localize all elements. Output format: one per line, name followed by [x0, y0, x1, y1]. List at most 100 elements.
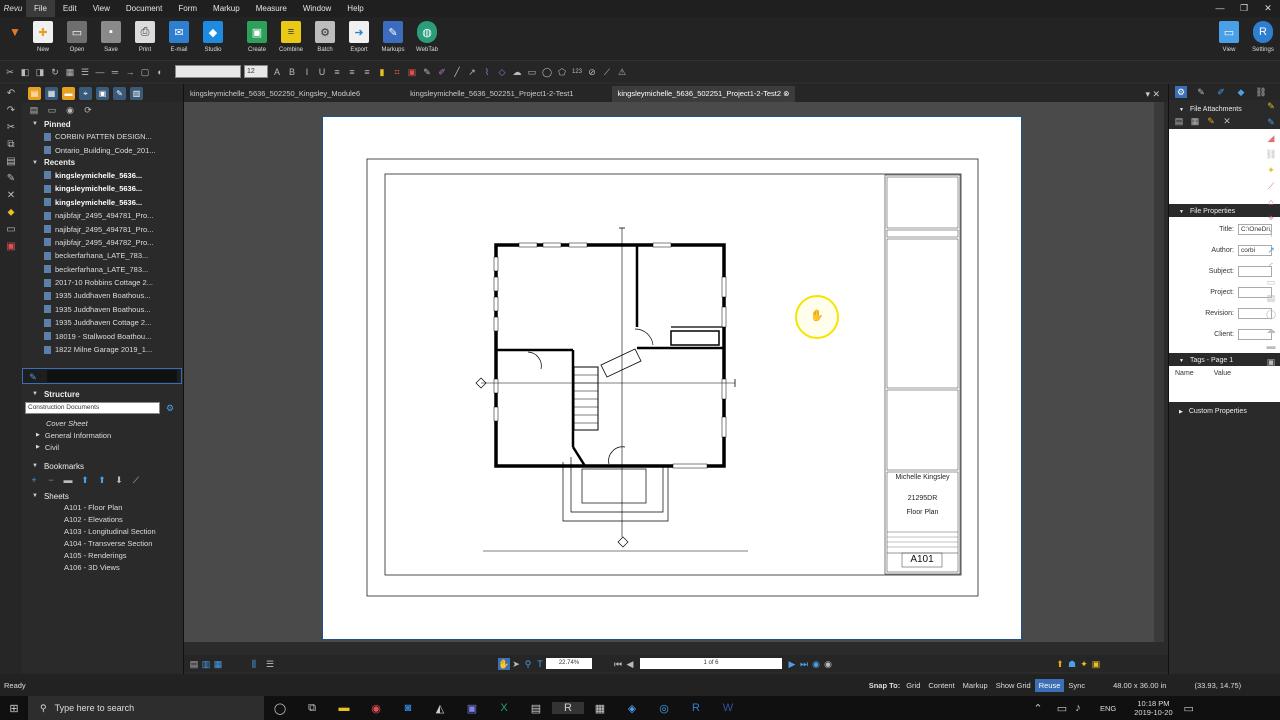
sheet-bookmark-item[interactable]: A104 - Transverse Section [22, 537, 182, 549]
pan-tool-icon[interactable]: ✋ [498, 657, 510, 670]
settings-icon[interactable]: ⚙ [164, 402, 176, 414]
panel-search-input[interactable] [47, 370, 177, 382]
structure-item[interactable]: Cover Sheet [22, 417, 182, 429]
batch-button[interactable]: ⚙ Batch [308, 17, 342, 60]
structure-item[interactable]: ▶ Civil [22, 441, 182, 453]
paste-icon[interactable]: ▤ [5, 156, 17, 168]
structure-select[interactable]: Construction Documents [25, 402, 160, 414]
polyline-tool-icon[interactable]: ⌇ [1265, 228, 1277, 240]
format-painter-icon[interactable]: ✎ [5, 173, 17, 185]
lightbulb-icon[interactable]: ✦ [1078, 658, 1090, 670]
file-access-tab-icon[interactable]: ▤ [28, 86, 41, 100]
language-indicator[interactable]: ENG [1100, 704, 1116, 713]
continuous-icon[interactable]: ▥ [200, 658, 212, 670]
first-page-icon[interactable]: ⏮ [612, 658, 624, 670]
folder-view-icon[interactable]: ▭ [46, 104, 58, 116]
snap-toggle[interactable]: Grid [902, 679, 924, 692]
teams-icon[interactable]: ▣ [456, 702, 488, 715]
cloud-tool-icon[interactable]: ☁ [1265, 324, 1277, 336]
open-button[interactable]: ▭ Open [60, 17, 94, 60]
notification-icon[interactable]: ▭ [1179, 702, 1199, 715]
properties-tab-icon[interactable]: ▥ [130, 86, 143, 100]
polyline-icon[interactable]: ⌇ [481, 66, 493, 78]
menu-markup[interactable]: Markup [205, 0, 248, 17]
align-right-icon[interactable]: ≡ [361, 66, 373, 78]
add-icon[interactable]: + [28, 474, 40, 486]
maximize-icon[interactable]: ❐ [1232, 0, 1256, 17]
measure-icon[interactable]: ⊘ [586, 66, 598, 78]
count-tool-icon[interactable]: ✦ [1265, 164, 1277, 176]
volume-icon[interactable]: ♪ [1070, 702, 1086, 714]
sheet-bookmark-item[interactable]: A103 - Longitudinal Section [22, 525, 182, 537]
link-tab-icon[interactable]: ⛓ [1255, 86, 1267, 98]
create-button[interactable]: ▣ Create [240, 17, 274, 60]
callout-tool-icon[interactable]: ▭ [1265, 276, 1277, 288]
last-page-icon[interactable]: ⏭ [798, 658, 810, 670]
undo-icon[interactable]: ↶ [5, 88, 17, 100]
recent-file-item[interactable]: 2017-10 Robbins Cottage 2... [22, 276, 183, 289]
outlook-icon[interactable]: ◙ [392, 702, 424, 714]
menu-window[interactable]: Window [295, 0, 339, 17]
ruler-tool-icon[interactable]: ⟋ [1265, 180, 1277, 192]
delete-attachment-icon[interactable]: ✕ [1221, 115, 1233, 127]
polygon-icon[interactable]: ⬠ [556, 66, 568, 78]
studio-button[interactable]: ◆ Studio [196, 17, 230, 60]
pen-blue-icon[interactable]: ✎ [1265, 116, 1277, 128]
word-icon[interactable]: W [712, 702, 744, 714]
close-tab-icon[interactable]: ⊗ [783, 89, 789, 98]
user-icon[interactable]: ☗ [1066, 658, 1078, 670]
arrow-icon[interactable]: ↗ [466, 66, 478, 78]
sheet-bookmark-item[interactable]: A105 - Renderings [22, 549, 182, 561]
markups-tab-icon[interactable]: ✎ [113, 86, 126, 100]
vertical-scrollbar[interactable] [1154, 102, 1164, 642]
tray-up-icon[interactable]: ⌃ [1022, 702, 1054, 715]
menu-file[interactable]: File [26, 0, 55, 17]
next-view-icon[interactable]: ◉ [822, 658, 834, 670]
arc-tool-icon[interactable]: ◜ [1265, 260, 1277, 272]
clock[interactable]: 10:18 PM 2019-10-20 [1134, 699, 1172, 717]
recent-file-item[interactable]: kingsleymichelle_5636... [22, 196, 183, 209]
sheet-bookmark-item[interactable]: A101 - Floor Plan [22, 501, 182, 513]
previous-view-icon[interactable]: ◉ [810, 658, 822, 670]
stamp-tool-icon[interactable]: ▣ [1265, 356, 1277, 368]
bookmarks-tab-icon[interactable]: ▬ [62, 86, 75, 100]
font-size-field[interactable]: 12 [244, 65, 268, 78]
zoom-tool-icon[interactable]: ⚲ [522, 658, 534, 670]
snap-toggle[interactable]: Show Grid [992, 679, 1035, 692]
warning-icon[interactable]: ⚠ [616, 66, 628, 78]
windows-start-icon[interactable]: ⊞ [0, 702, 28, 715]
pinned-item[interactable]: CORBIN PATTEN DESIGN... [22, 130, 183, 143]
recent-file-item[interactable]: 1822 Milne Garage 2019_1... [22, 343, 183, 356]
taskbar-search[interactable]: ⚲ Type here to search [28, 696, 264, 720]
recent-file-item[interactable]: najibfajr_2495_494781_Pro... [22, 222, 183, 235]
bookmark-icon[interactable]: ▣ [5, 241, 17, 253]
italic-icon[interactable]: I [301, 66, 313, 78]
edit-attachment-icon[interactable]: ✎ [1205, 115, 1217, 127]
thumbnails-tab-icon[interactable]: ▦ [45, 86, 58, 100]
pin-icon[interactable]: ✎ [27, 371, 39, 383]
menu-document[interactable]: Document [118, 0, 170, 17]
media-icon[interactable]: ▤ [520, 702, 552, 715]
menu-help[interactable]: Help [339, 0, 371, 17]
stamp-icon[interactable]: ▣ [406, 66, 418, 78]
recent-file-item[interactable]: najibfajr_2495_494781_Pro... [22, 209, 183, 222]
brush-tab-icon[interactable]: ✐ [1215, 86, 1227, 98]
file-explorer-icon[interactable]: ▬ [328, 702, 360, 714]
sheet-bookmark-item[interactable]: A102 - Elevations [22, 513, 182, 525]
dimension-tool-icon[interactable]: ↗ [1265, 244, 1277, 256]
view-button[interactable]: ▭ View [1212, 17, 1246, 60]
webtab-button[interactable]: ◍ WebTab [410, 17, 444, 60]
pinned-section[interactable]: ▼ Pinned [22, 118, 183, 130]
bold-icon[interactable]: B [286, 66, 298, 78]
tab-menu-icon[interactable]: ▾ ✕ [1145, 86, 1168, 102]
line-weight-icon[interactable]: ═ [109, 66, 121, 78]
note-tool-icon[interactable]: ▬ [1265, 340, 1277, 352]
align-left-icon[interactable]: ≡ [331, 66, 343, 78]
structure-item[interactable]: ▶ General Information [22, 429, 182, 441]
revu-taskbar-icon[interactable]: R [552, 702, 584, 714]
prev-page-icon[interactable]: ◀ [624, 658, 636, 670]
snapshot-icon[interactable]: ◧ [19, 66, 31, 78]
menu-form[interactable]: Form [170, 0, 205, 17]
note-icon[interactable]: ▮ [376, 66, 388, 78]
pinned-item[interactable]: Ontario_Building_Code_201... [22, 143, 183, 156]
